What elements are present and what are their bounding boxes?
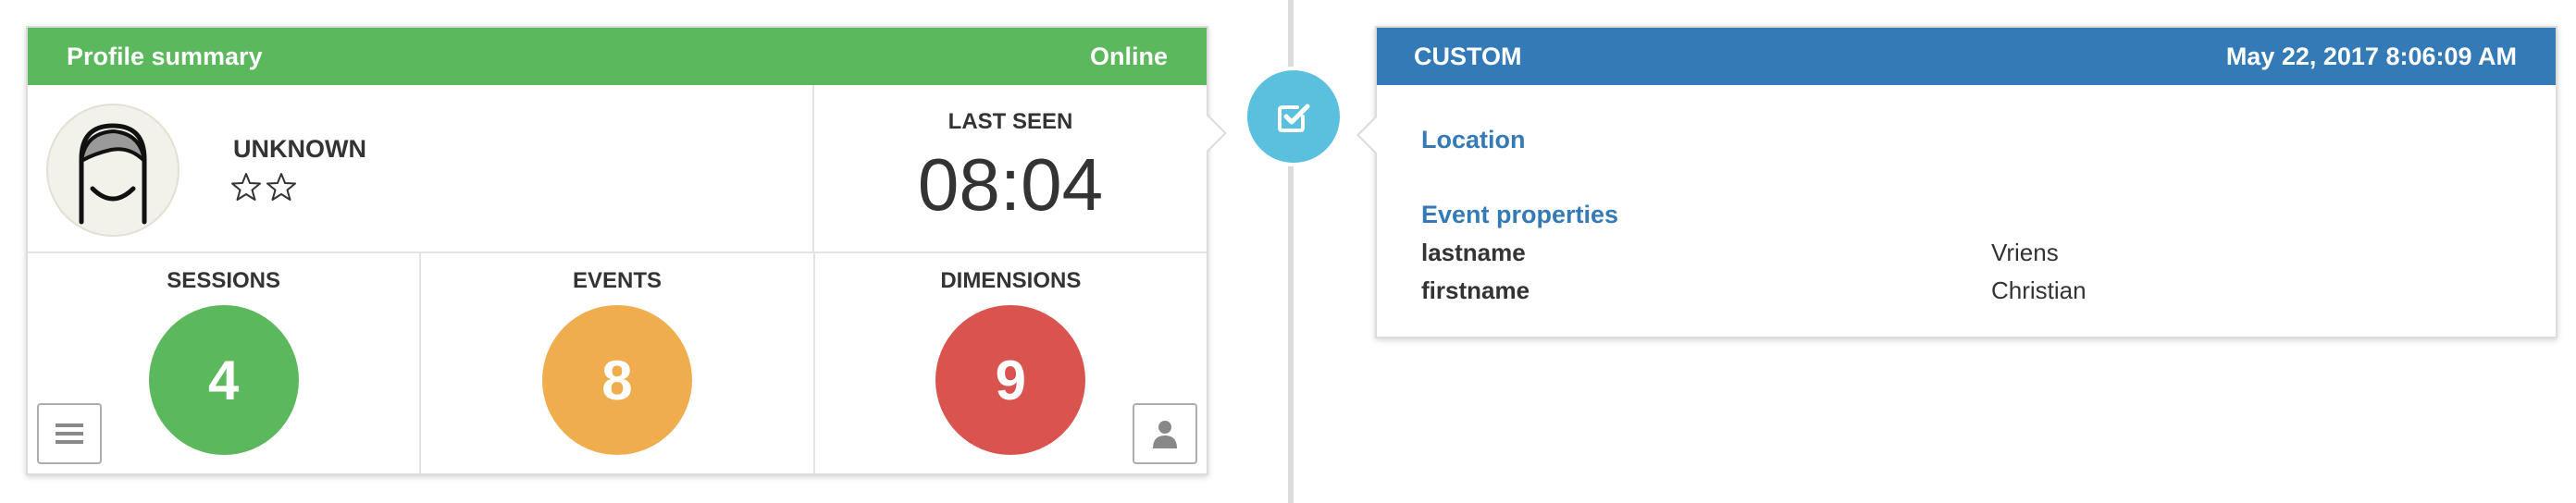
profile-identity: UNKNOWN: [28, 85, 814, 252]
profile-name: UNKNOWN: [233, 135, 366, 163]
sessions-count: 4: [148, 305, 299, 455]
property-value: Vriens: [1991, 239, 2059, 266]
events-stat: EVENTS 8: [419, 253, 812, 473]
user-icon: [1152, 421, 1177, 448]
events-count: 8: [541, 305, 692, 455]
last-seen-label: LAST SEEN: [947, 109, 1073, 134]
avatar: [46, 104, 180, 237]
property-value: Christian: [1991, 276, 2087, 304]
last-seen-panel: LAST SEEN 08:04: [814, 85, 1207, 252]
menu-button[interactable]: [37, 403, 102, 464]
property-key: firstname: [1421, 276, 1530, 304]
timeline-badge: [1244, 67, 1344, 166]
property-row: firstname Christian: [1421, 276, 2511, 305]
user-button[interactable]: [1132, 403, 1197, 464]
online-status: Online: [1089, 42, 1168, 70]
custom-card-header: CUSTOM May 22, 2017 8:06:09 AM: [1377, 28, 2556, 85]
dimensions-stat: DIMENSIONS 9: [812, 253, 1207, 473]
menu-icon: [56, 423, 83, 444]
sessions-stat: SESSIONS 4: [28, 253, 419, 473]
sessions-label: SESSIONS: [167, 268, 281, 293]
dimensions-label: DIMENSIONS: [940, 268, 1082, 293]
property-key: lastname: [1421, 239, 1526, 266]
events-label: EVENTS: [572, 268, 662, 293]
profile-summary-card: Profile summary Online UNKNOWN LAST SEEN…: [26, 26, 1227, 475]
property-row: lastname Vriens: [1421, 239, 2511, 267]
event-properties-heading: Event properties: [1421, 201, 1619, 228]
last-seen-value: 08:04: [917, 143, 1104, 226]
timeline-badge-circle: [1247, 70, 1340, 163]
profile-card-title: Profile summary: [67, 42, 263, 70]
dimensions-count: 9: [935, 305, 1086, 455]
custom-event-card: CUSTOM May 22, 2017 8:06:09 AM Location …: [1356, 26, 2557, 338]
custom-card-timestamp: May 22, 2017 8:06:09 AM: [2225, 42, 2517, 70]
check-square-icon: [1278, 104, 1310, 132]
avatar-face-icon: [79, 123, 147, 225]
star-icon: [266, 173, 296, 201]
profile-card-header: Profile summary Online: [28, 28, 1207, 85]
star-rating[interactable]: [231, 172, 296, 202]
location-heading: Location: [1421, 126, 1526, 153]
star-icon: [231, 173, 261, 201]
custom-card-title: CUSTOM: [1414, 42, 1522, 70]
